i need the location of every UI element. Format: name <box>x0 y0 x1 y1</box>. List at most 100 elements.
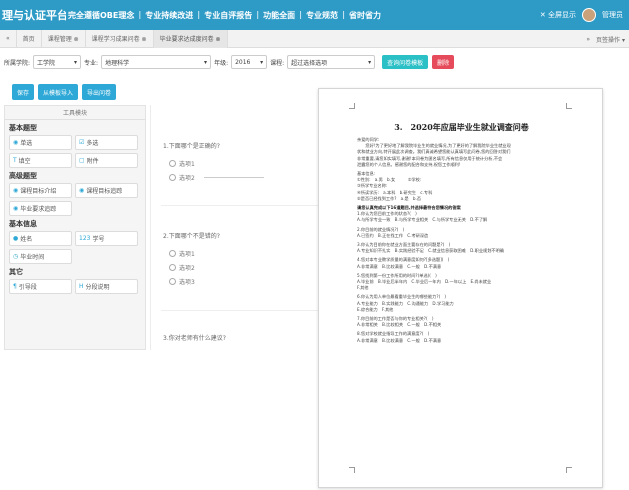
tool-section-note[interactable]: H 分段说明 <box>75 279 138 294</box>
tool-course-goal-intro[interactable]: ◉ 课程目标介绍 <box>9 183 72 198</box>
document-line: A.非常满意 B.比较满意 C.一般 D.不满意 <box>357 337 442 343</box>
tab-label: 首页 <box>22 36 35 43</box>
option-item[interactable]: 选项2 <box>169 263 195 272</box>
grade-label: 年级: <box>214 59 229 67</box>
tab-course-management[interactable]: 课程管理 ⊗ <box>42 29 86 48</box>
tab-actions-label: 页签操作 <box>596 36 621 44</box>
slogan-item: 省时省力 <box>348 10 381 20</box>
username[interactable]: 管理员 <box>602 10 623 20</box>
document-line: E.综合能力 F.其他 <box>357 306 394 312</box>
tool-course-goal-track[interactable]: ◉ 课程目标追踪 <box>75 183 138 198</box>
chevron-down-icon: ▾ <box>260 58 264 66</box>
document-line: 2.你目前的就业情况?( ) <box>357 226 405 232</box>
major-select[interactable]: 地理科学 ▾ <box>101 55 212 69</box>
tool-label: 分段说明 <box>85 284 110 291</box>
tab-label: 课程学习成果问卷 ⊗ <box>91 36 147 43</box>
document-line: 3.你认为目前你在就业方面主要存在的问题是?( ) <box>357 242 451 247</box>
option-item[interactable]: 选项2 <box>169 173 264 182</box>
radio-icon: ◉ <box>79 187 85 194</box>
separator: | <box>138 9 142 19</box>
document-line: A.与所学专业一致 B.与所学专业相关 C.与所学专业无关 D.不了解 <box>357 217 488 223</box>
option-label: 选项3 <box>179 279 195 286</box>
document-line: 非常重要,请您如实填写,谢谢!本问卷为匿名填写,所有信息仅用于统计分析,不会 <box>357 155 503 161</box>
checkbox-icon: ☑ <box>79 139 85 146</box>
section-other: 其它 <box>9 268 23 276</box>
user-icon: ● <box>13 235 19 242</box>
tool-single-choice[interactable]: ◉ 单选 <box>9 135 72 150</box>
document-preview[interactable]: 3. 2020年应届毕业生就业调查问卷 亲爱的同学: 您好!为了更好地了解我院毕… <box>318 88 603 488</box>
radio-icon <box>169 174 176 181</box>
document-line: 泄露您的个人信息。感谢您的配合和支持,祝您工作顺利! <box>357 161 461 167</box>
option-item[interactable]: 选项1 <box>169 249 195 258</box>
question-editor: 1.下面哪个是正确的? 选项1 选项2 2.下面哪个不是错的? 选项1 选项2 … <box>150 105 330 350</box>
document-line: ③所学专业名称: <box>357 183 388 189</box>
tool-student-id[interactable]: 123 学号 <box>75 231 138 246</box>
slogan-item: 专业持续改进 <box>145 10 194 20</box>
tab-graduation-survey[interactable]: 毕业要求达成度问卷 ⊗ <box>153 29 228 48</box>
export-survey-button[interactable]: 导出问卷 <box>82 84 117 100</box>
course-label: 课程: <box>270 59 285 67</box>
chevron-down-icon: ▾ <box>204 58 208 66</box>
option-label: 选项1 <box>179 161 195 168</box>
tab-home[interactable]: 首页 <box>17 29 42 48</box>
slogan-item: 功能全面 <box>263 10 296 20</box>
query-template-button[interactable]: 查询问卷模板 <box>382 55 429 69</box>
separator: | <box>197 9 201 19</box>
major-label: 专业: <box>84 59 99 67</box>
tool-fill-blank[interactable]: T 填空 <box>9 153 72 168</box>
question-title[interactable]: 1.下面哪个是正确的? <box>163 141 220 150</box>
save-button[interactable]: 保存 <box>12 84 35 100</box>
import-template-button[interactable]: 从模板导入 <box>38 84 79 100</box>
tool-attachment[interactable]: ▢ 附件 <box>75 153 138 168</box>
grade-select[interactable]: 2016 ▾ <box>231 55 268 69</box>
option-item[interactable]: 选项1 <box>169 159 195 168</box>
heading-icon: H <box>79 283 84 290</box>
course-select[interactable]: 超过选择选项 ▾ <box>287 55 376 69</box>
slogan-item: 专业自评报告 <box>204 10 253 20</box>
tool-label: 填空 <box>18 158 31 165</box>
delete-button[interactable]: 删除 <box>432 55 455 69</box>
tool-label: 引导段 <box>18 284 37 291</box>
question-title[interactable]: 2.下面哪个不是错的? <box>163 231 220 240</box>
select-value: 超过选择选项 <box>291 59 328 67</box>
tool-label: 毕业要求追踪 <box>20 206 57 213</box>
fullscreen-button[interactable]: ✕ 全屏显示 <box>540 10 576 20</box>
document-line: A.毕业前 B.毕业后半年内 C.毕业后一年内 D.一年以上 E.尚未就业 <box>357 279 492 284</box>
document-line: A.非常相关 B.比较相关 C.一般 D.不相关 <box>357 322 442 328</box>
number-icon: 123 <box>79 235 91 242</box>
clock-icon: ◷ <box>13 253 19 260</box>
tool-graduation-track[interactable]: ◉ 毕业要求追踪 <box>9 201 72 216</box>
document-line: ①性别: a.男 b.女 ②学校: <box>357 177 422 183</box>
tool-multi-choice[interactable]: ☑ 多选 <box>75 135 138 150</box>
tab-actions-menu[interactable]: 页签操作 ▾ <box>596 35 625 44</box>
tab-scroll-left[interactable]: « <box>0 29 17 48</box>
option-label: 选项2 <box>179 265 195 272</box>
tool-label: 学号 <box>92 236 105 243</box>
radio-icon: ◉ <box>13 139 19 146</box>
corner-mark <box>349 467 355 473</box>
option-item[interactable]: 选项3 <box>169 277 195 286</box>
paragraph-icon: ¶ <box>13 283 17 290</box>
top-header: 理与认证平台 完全遵循OBE理念 | 专业持续改进 | 专业自评报告 | 功能全面 | … <box>0 0 629 30</box>
section-basic-info: 基本信息 <box>9 220 37 228</box>
expand-icon: ✕ <box>539 11 546 19</box>
document-line: A.专业能力 B.实践能力 C.沟通能力 D.学习能力 <box>357 300 454 306</box>
tool-graduation-time[interactable]: ◷ 毕业时间 <box>9 249 72 264</box>
top-slogan-nav: 完全遵循OBE理念 | 专业持续改进 | 专业自评报告 | 功能全面 | 专业规范 | 省… <box>66 10 383 21</box>
question-title[interactable]: 3.你对老师有什么建议? <box>163 333 226 342</box>
tool-name[interactable]: ● 姓名 <box>9 231 72 246</box>
tab-label: 课程管理 ⊗ <box>47 36 79 43</box>
double-chevron-right-icon[interactable]: » <box>586 36 590 43</box>
corner-mark <box>566 103 572 109</box>
avatar[interactable] <box>582 8 596 22</box>
corner-mark <box>349 103 355 109</box>
tab-course-outcome-survey[interactable]: 课程学习成果问卷 ⊗ <box>86 29 154 48</box>
tool-label: 多选 <box>86 140 99 147</box>
section-advanced-types: 高级题型 <box>9 172 37 180</box>
tool-guide-paragraph[interactable]: ¶ 引导段 <box>9 279 72 294</box>
separator: | <box>299 9 303 19</box>
college-select[interactable]: 工学院 ▾ <box>33 55 82 69</box>
document-line: 亲爱的同学: <box>357 137 380 142</box>
chevron-down-icon: ▾ <box>74 58 78 66</box>
option-label: 选项2 <box>179 175 195 182</box>
